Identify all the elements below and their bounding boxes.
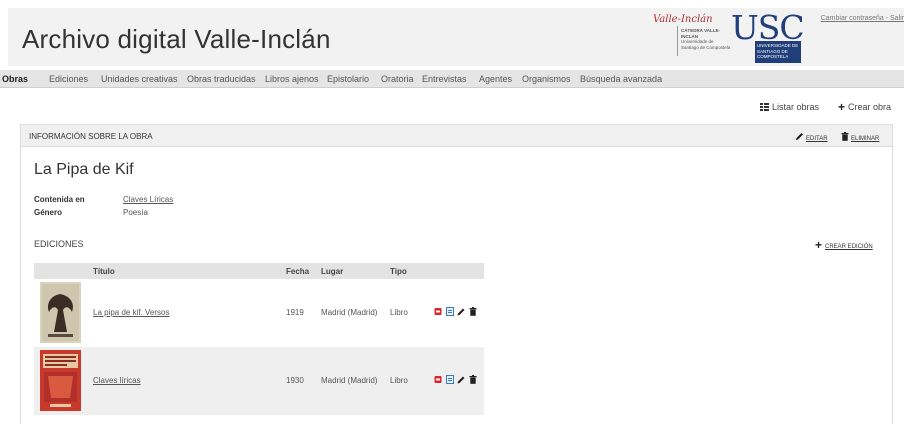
- edition-date: 1930: [286, 376, 304, 385]
- book-cover-image[interactable]: [40, 350, 81, 411]
- create-edition-label[interactable]: CREAR EDICIÓN: [825, 244, 873, 250]
- delete-label[interactable]: ELIMINAR: [851, 136, 879, 142]
- usc-box-text: UNIVERSIDADE DE SANTIAGO DE COMPOSTELA: [755, 41, 801, 63]
- meta-label-contenida: Contenida en: [34, 195, 85, 204]
- table-row: Claves líricas 1930 Madrid (Madrid) Libr…: [34, 347, 484, 415]
- nav-item-epistolario[interactable]: Epistolario: [327, 74, 369, 84]
- table-row: La pipa de kif. Versos 1919 Madrid (Madr…: [34, 279, 484, 347]
- site-header: Archivo digital Valle-Inclán Valle-Inclá…: [8, 8, 904, 66]
- meta-label-genero: Género: [34, 208, 63, 217]
- catedra-signature: Valle-Inclán: [653, 14, 713, 25]
- pencil-icon: [796, 133, 803, 140]
- pencil-icon[interactable]: [457, 375, 465, 384]
- table-header: Título Fecha Lugar Tipo: [34, 263, 484, 279]
- meta-value-contenida[interactable]: Claves Líricas: [123, 195, 173, 204]
- list-works-label[interactable]: Listar obras: [772, 102, 819, 112]
- nav-item-organismos[interactable]: Organismos: [522, 74, 571, 84]
- account-links-text[interactable]: Cambiar contraseña - Salir: [821, 15, 904, 22]
- editions-heading: EDICIONES: [34, 239, 84, 249]
- edition-type: Libro: [390, 308, 408, 317]
- create-work-link[interactable]: + Crear obra: [838, 100, 891, 114]
- column-header-type: Tipo: [390, 267, 407, 276]
- site-title[interactable]: Archivo digital Valle-Inclán: [22, 24, 331, 55]
- nav-item-entrevistas[interactable]: Entrevistas: [422, 74, 467, 84]
- edit-button[interactable]: EDITAR: [795, 132, 828, 142]
- edition-type: Libro: [390, 376, 408, 385]
- pdf-icon[interactable]: [434, 375, 442, 384]
- nav-item-agentes[interactable]: Agentes: [479, 74, 512, 84]
- create-work-label[interactable]: Crear obra: [848, 102, 891, 112]
- row-actions: [434, 374, 478, 385]
- work-title: La Pipa de Kif: [34, 161, 134, 178]
- document-icon[interactable]: [445, 375, 454, 385]
- trash-icon: [841, 132, 849, 141]
- edit-label[interactable]: EDITAR: [806, 136, 828, 142]
- account-links[interactable]: Cambiar contraseña - Salir: [821, 15, 904, 22]
- meta-value-genero: Poesía: [123, 208, 148, 217]
- document-icon[interactable]: [445, 307, 454, 317]
- column-header-title: Título: [93, 267, 115, 276]
- usc-letters: USC: [731, 8, 805, 47]
- plus-icon: +: [838, 100, 846, 114]
- trash-icon[interactable]: [469, 307, 477, 316]
- row-actions: [434, 306, 478, 317]
- main-nav: Obras Ediciones Unidades creativas Obras…: [0, 70, 904, 88]
- work-info-panel: INFORMACIÓN SOBRE LA OBRA EDITAR ELIMINA…: [20, 124, 893, 424]
- book-cover-image[interactable]: [40, 282, 81, 343]
- nav-item-unidades-creativas[interactable]: Unidades creativas: [101, 74, 178, 84]
- catedra-text: CÁTEDRA VALLE-INCLÁN Universidade de San…: [681, 28, 731, 50]
- catedra-name: CÁTEDRA VALLE-INCLÁN: [681, 28, 720, 39]
- create-edition-button[interactable]: + CREAR EDICIÓN: [815, 238, 873, 252]
- grid-icon: [760, 103, 769, 111]
- nav-item-ediciones[interactable]: Ediciones: [49, 74, 88, 84]
- nav-item-oratoria[interactable]: Oratoria: [381, 74, 414, 84]
- edition-place: Madrid (Madrid): [321, 308, 378, 317]
- edition-title-link[interactable]: La pipa de kif. Versos: [93, 308, 170, 317]
- delete-button[interactable]: ELIMINAR: [841, 132, 879, 142]
- edition-date: 1919: [286, 308, 304, 317]
- edition-title-link[interactable]: Claves líricas: [93, 376, 141, 385]
- panel-title: INFORMACIÓN SOBRE LA OBRA: [29, 132, 153, 141]
- catedra-logo: Valle-Inclán CÁTEDRA VALLE-INCLÁN Univer…: [653, 12, 733, 60]
- list-works-link[interactable]: Listar obras: [760, 102, 819, 112]
- trash-icon[interactable]: [469, 375, 477, 384]
- panel-header: INFORMACIÓN SOBRE LA OBRA EDITAR ELIMINA…: [21, 125, 892, 147]
- nav-item-obras-traducidas[interactable]: Obras traducidas: [187, 74, 256, 84]
- usc-logo: USC UNIVERSIDADE DE SANTIAGO DE COMPOSTE…: [731, 8, 805, 65]
- column-header-date: Fecha: [286, 267, 310, 276]
- edition-place: Madrid (Madrid): [321, 376, 378, 385]
- nav-item-busqueda-avanzada[interactable]: Búsqueda avanzada: [580, 74, 662, 84]
- catedra-university: Universidade de Santiago de Compostela: [681, 39, 731, 50]
- logo-divider: [677, 26, 678, 56]
- column-header-place: Lugar: [321, 267, 344, 276]
- pdf-icon[interactable]: [434, 307, 442, 316]
- plus-icon: +: [815, 238, 823, 252]
- pencil-icon[interactable]: [457, 307, 465, 316]
- nav-item-obras[interactable]: Obras: [2, 74, 28, 84]
- nav-item-libros-ajenos[interactable]: Libros ajenos: [265, 74, 319, 84]
